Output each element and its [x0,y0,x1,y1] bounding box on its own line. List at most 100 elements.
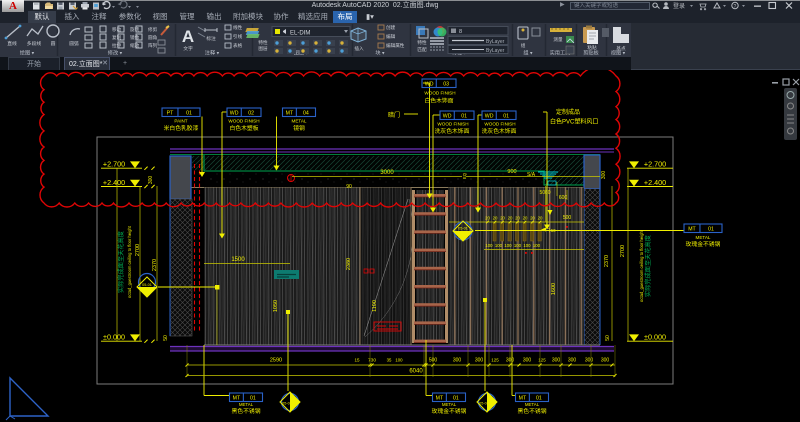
svg-text:300: 300 [453,358,462,364]
svg-text:MT: MT [286,111,294,117]
svg-text:移动: 移动 [112,26,122,33]
svg-text:METAL: METAL [292,119,307,124]
svg-text:基点: 基点 [616,45,626,52]
svg-text:洗灰色木饰面: 洗灰色木饰面 [482,127,517,135]
svg-text:插入: 插入 [354,45,364,52]
svg-text:实际完成面至天花高度: 实际完成面至天花高度 [644,235,652,297]
svg-text:01: 01 [461,114,467,120]
svg-text:实际完成面至天花高度: 实际完成面至天花高度 [117,231,125,293]
svg-text:白色木饰面: 白色木饰面 [425,97,454,105]
svg-text:WOOD FINISH: WOOD FINISH [228,119,259,124]
svg-text:组: 组 [521,42,526,48]
svg-text:圆角: 圆角 [148,34,158,41]
svg-text:octad_guestroom ceiling to flo: octad_guestroom ceiling to floor height [639,229,644,302]
svg-text:125: 125 [491,358,499,363]
svg-text:100: 100 [485,243,493,248]
svg-text:+2.400: +2.400 [103,178,125,187]
svg-text:ByLayer: ByLayer [486,39,505,45]
svg-text:PT: PT [167,111,174,117]
svg-text:特性: 特性 [417,39,427,46]
svg-text:镜像: 镜像 [130,34,140,41]
svg-text:±0.000: ±0.000 [103,333,125,342]
svg-text:匹配: 匹配 [417,47,427,53]
svg-text:编辑属性: 编辑属性 [386,42,405,49]
svg-text:黑色不锈钢: 黑色不锈钢 [232,407,261,415]
svg-text:50: 50 [163,335,169,341]
svg-text:100: 100 [533,243,541,248]
svg-text:多段线: 多段线 [27,40,42,47]
svg-text:100: 100 [395,358,403,363]
svg-text:2370: 2370 [604,255,610,267]
svg-text:900: 900 [507,169,516,175]
svg-text:05-01: 05-01 [479,402,489,406]
svg-text:直线: 直线 [7,40,17,47]
svg-text:1500: 1500 [231,257,245,263]
svg-text:04: 04 [303,111,309,117]
svg-text:黑色不锈钢: 黑色不锈钢 [518,407,547,415]
svg-text:修剪: 修剪 [148,26,158,33]
svg-text:100: 100 [523,243,531,248]
svg-text:EQ: EQ [462,172,467,179]
svg-text:旋转: 旋转 [130,26,140,33]
svg-text:WD: WD [485,114,494,120]
svg-text:WD: WD [230,111,239,117]
svg-text:octad_guestroom ceiling to flo: octad_guestroom ceiling to floor height [127,225,132,298]
svg-text:米白色乳胶漆: 米白色乳胶漆 [164,124,199,132]
svg-text:洗灰色木饰面: 洗灰色木饰面 [435,127,470,135]
svg-text:MT: MT [519,396,527,402]
svg-text:图层: 图层 [258,46,268,52]
svg-text:块 ▾: 块 ▾ [375,49,385,57]
svg-text:02: 02 [248,111,254,117]
svg-text:?: ? [734,4,737,10]
svg-text:20: 20 [485,216,490,221]
svg-text:20: 20 [523,216,528,221]
svg-text:圆弧: 圆弧 [69,40,79,47]
svg-text:PAINT: PAINT [174,119,187,124]
svg-text:20: 20 [493,216,498,221]
svg-text:EL-DIM: EL-DIM [290,31,310,37]
svg-text:MT: MT [688,227,696,233]
svg-text:白色PVC塑料风口: 白色PVC塑料风口 [550,118,598,126]
svg-text:镜钢: 镜钢 [293,124,305,132]
svg-text:WOOD FINISH: WOOD FINISH [424,91,455,96]
svg-text:注释 ▾: 注释 ▾ [205,49,220,57]
svg-text:100: 100 [504,243,512,248]
svg-text:MT: MT [233,396,241,402]
svg-text:拉伸: 拉伸 [112,42,122,49]
svg-text:300: 300 [568,358,577,364]
svg-text:500: 500 [563,215,572,221]
svg-text:WD: WD [443,114,452,120]
svg-text:+2.700: +2.700 [644,160,666,169]
svg-text:玫瑰金不锈钢: 玫瑰金不锈钢 [432,407,467,415]
svg-text:粘贴: 粘贴 [587,44,597,51]
svg-text:05-01: 05-01 [142,283,152,287]
svg-text:特性: 特性 [258,39,268,46]
svg-text:玫瑰金不锈钢: 玫瑰金不锈钢 [686,240,721,248]
svg-text:标注: 标注 [206,35,216,42]
svg-text:ByLayer: ByLayer [486,48,505,54]
svg-text:2380: 2380 [346,258,352,270]
svg-text:WD: WD [425,82,434,88]
svg-text:01: 01 [708,227,714,233]
svg-text:05-01: 05-01 [458,227,468,231]
svg-text:阵列: 阵列 [148,42,158,49]
svg-text:600: 600 [559,195,568,201]
svg-text:S/A: S/A [527,172,536,178]
svg-text:1100: 1100 [372,300,378,312]
svg-text:20: 20 [515,216,520,221]
svg-text:绘图 ▾: 绘图 ▾ [20,49,35,57]
svg-text:2590: 2590 [270,358,282,364]
svg-text:METAL: METAL [442,402,457,407]
svg-text:90: 90 [346,184,352,190]
svg-text:20: 20 [530,216,535,221]
svg-text:+2.700: +2.700 [103,160,125,169]
svg-text:300: 300 [601,171,607,180]
svg-text:缩放: 缩放 [130,42,140,49]
svg-text:WOOD FINISH: WOOD FINISH [484,122,515,127]
svg-text:测量: 测量 [553,36,563,43]
svg-text:50: 50 [605,335,611,341]
svg-text:1600: 1600 [551,283,557,295]
svg-text:A: A [182,27,194,46]
svg-text:8: 8 [459,29,462,35]
svg-text:WOOD FINISH: WOOD FINISH [437,122,468,127]
